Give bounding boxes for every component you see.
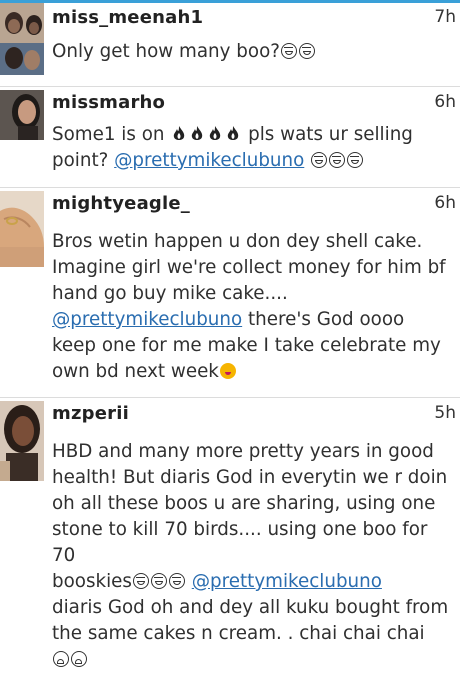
comment-text-segment: keep one for me make I take celebrate my [52,335,441,356]
comment-text-segment: Some1 is on [52,124,165,145]
comment-text-segment: oh all these boos u are sharing, using o… [52,493,436,514]
avatar-photo-icon [0,3,44,75]
comment-text: Some1 is on pls wats ur selling point? @… [52,122,454,174]
avatar[interactable] [0,401,44,481]
comment-item[interactable]: missmarho 6h Some1 is on pls wats ur sel… [0,88,460,188]
comment-text-segment: booskies [52,571,132,592]
fire-emoji [210,126,221,140]
comment-time: 6h [434,92,456,112]
comment-text: Bros wetin happen u don dey shell cake. … [52,229,454,385]
avatar[interactable] [0,90,44,140]
comment-time: 7h [434,7,456,27]
comment-time: 5h [434,403,456,423]
avatar[interactable] [0,3,44,75]
comment-text-segment: point? [52,150,109,171]
laughing-crying-emoji [280,43,297,59]
comment-text-segment: HBD and many more pretty years in good [52,441,434,462]
comment-time: 6h [434,193,456,213]
comment-text-segment: Bros wetin happen u don dey shell cake. [52,231,423,252]
comment-username[interactable]: missmarho [52,92,165,113]
avatar-photo-icon [0,401,44,481]
laughing-crying-emoji [347,152,364,168]
avatar-photo-icon [0,90,44,140]
laughing-crying-emoji [329,152,346,168]
user-mention-link[interactable]: @prettymikeclubuno [114,150,304,171]
comment-text-segment: Imagine girl we're collect money for him… [52,257,446,278]
comment-text-segment: Only get how many boo? [52,41,280,62]
comment-text-segment: there's God oooo [247,309,405,330]
comment-text-segment: the same cakes n cream. . chai chai chai [52,623,425,644]
winking-tongue-emoji [219,363,236,379]
comment-text-segment: hand go buy mike cake.... [52,283,288,304]
fire-emoji [228,126,239,140]
fire-emoji [192,126,203,140]
laughing-crying-emoji [311,152,328,168]
laughing-crying-emoji [168,573,185,589]
comment-text-segment: own bd next week [52,361,219,382]
comment-text: Only get how many boo? [52,39,454,65]
comment-username[interactable]: mzperii [52,403,129,424]
comment-text: HBD and many more pretty years in good h… [52,439,454,673]
comment-username[interactable]: mightyeagle_ [52,193,190,214]
laughing-crying-emoji [150,573,167,589]
weary-emoji [53,651,69,667]
comment-text-segment: health! But diaris God in everytin we r … [52,467,448,488]
comment-text-segment: pls wats ur selling [248,124,413,145]
avatar[interactable] [0,191,44,267]
comment-item[interactable]: miss_meenah1 7h Only get how many boo? [0,3,460,87]
user-mention-link[interactable]: @prettymikeclubuno [192,571,382,592]
weary-emoji [71,651,87,667]
avatar-photo-icon [0,191,44,267]
comment-text-segment: stone to kill 70 birds.... using one boo… [52,519,428,566]
comment-text-segment: diaris God oh and dey all kuku bought fr… [52,597,449,618]
comment-item[interactable]: mightyeagle_ 6h Bros wetin happen u don … [0,189,460,398]
fire-emoji [174,126,185,140]
user-mention-link[interactable]: @prettymikeclubuno [52,309,242,330]
comment-item[interactable]: mzperii 5h HBD and many more pretty year… [0,399,460,667]
comment-username[interactable]: miss_meenah1 [52,7,203,28]
laughing-crying-emoji [298,43,315,59]
laughing-crying-emoji [132,573,149,589]
